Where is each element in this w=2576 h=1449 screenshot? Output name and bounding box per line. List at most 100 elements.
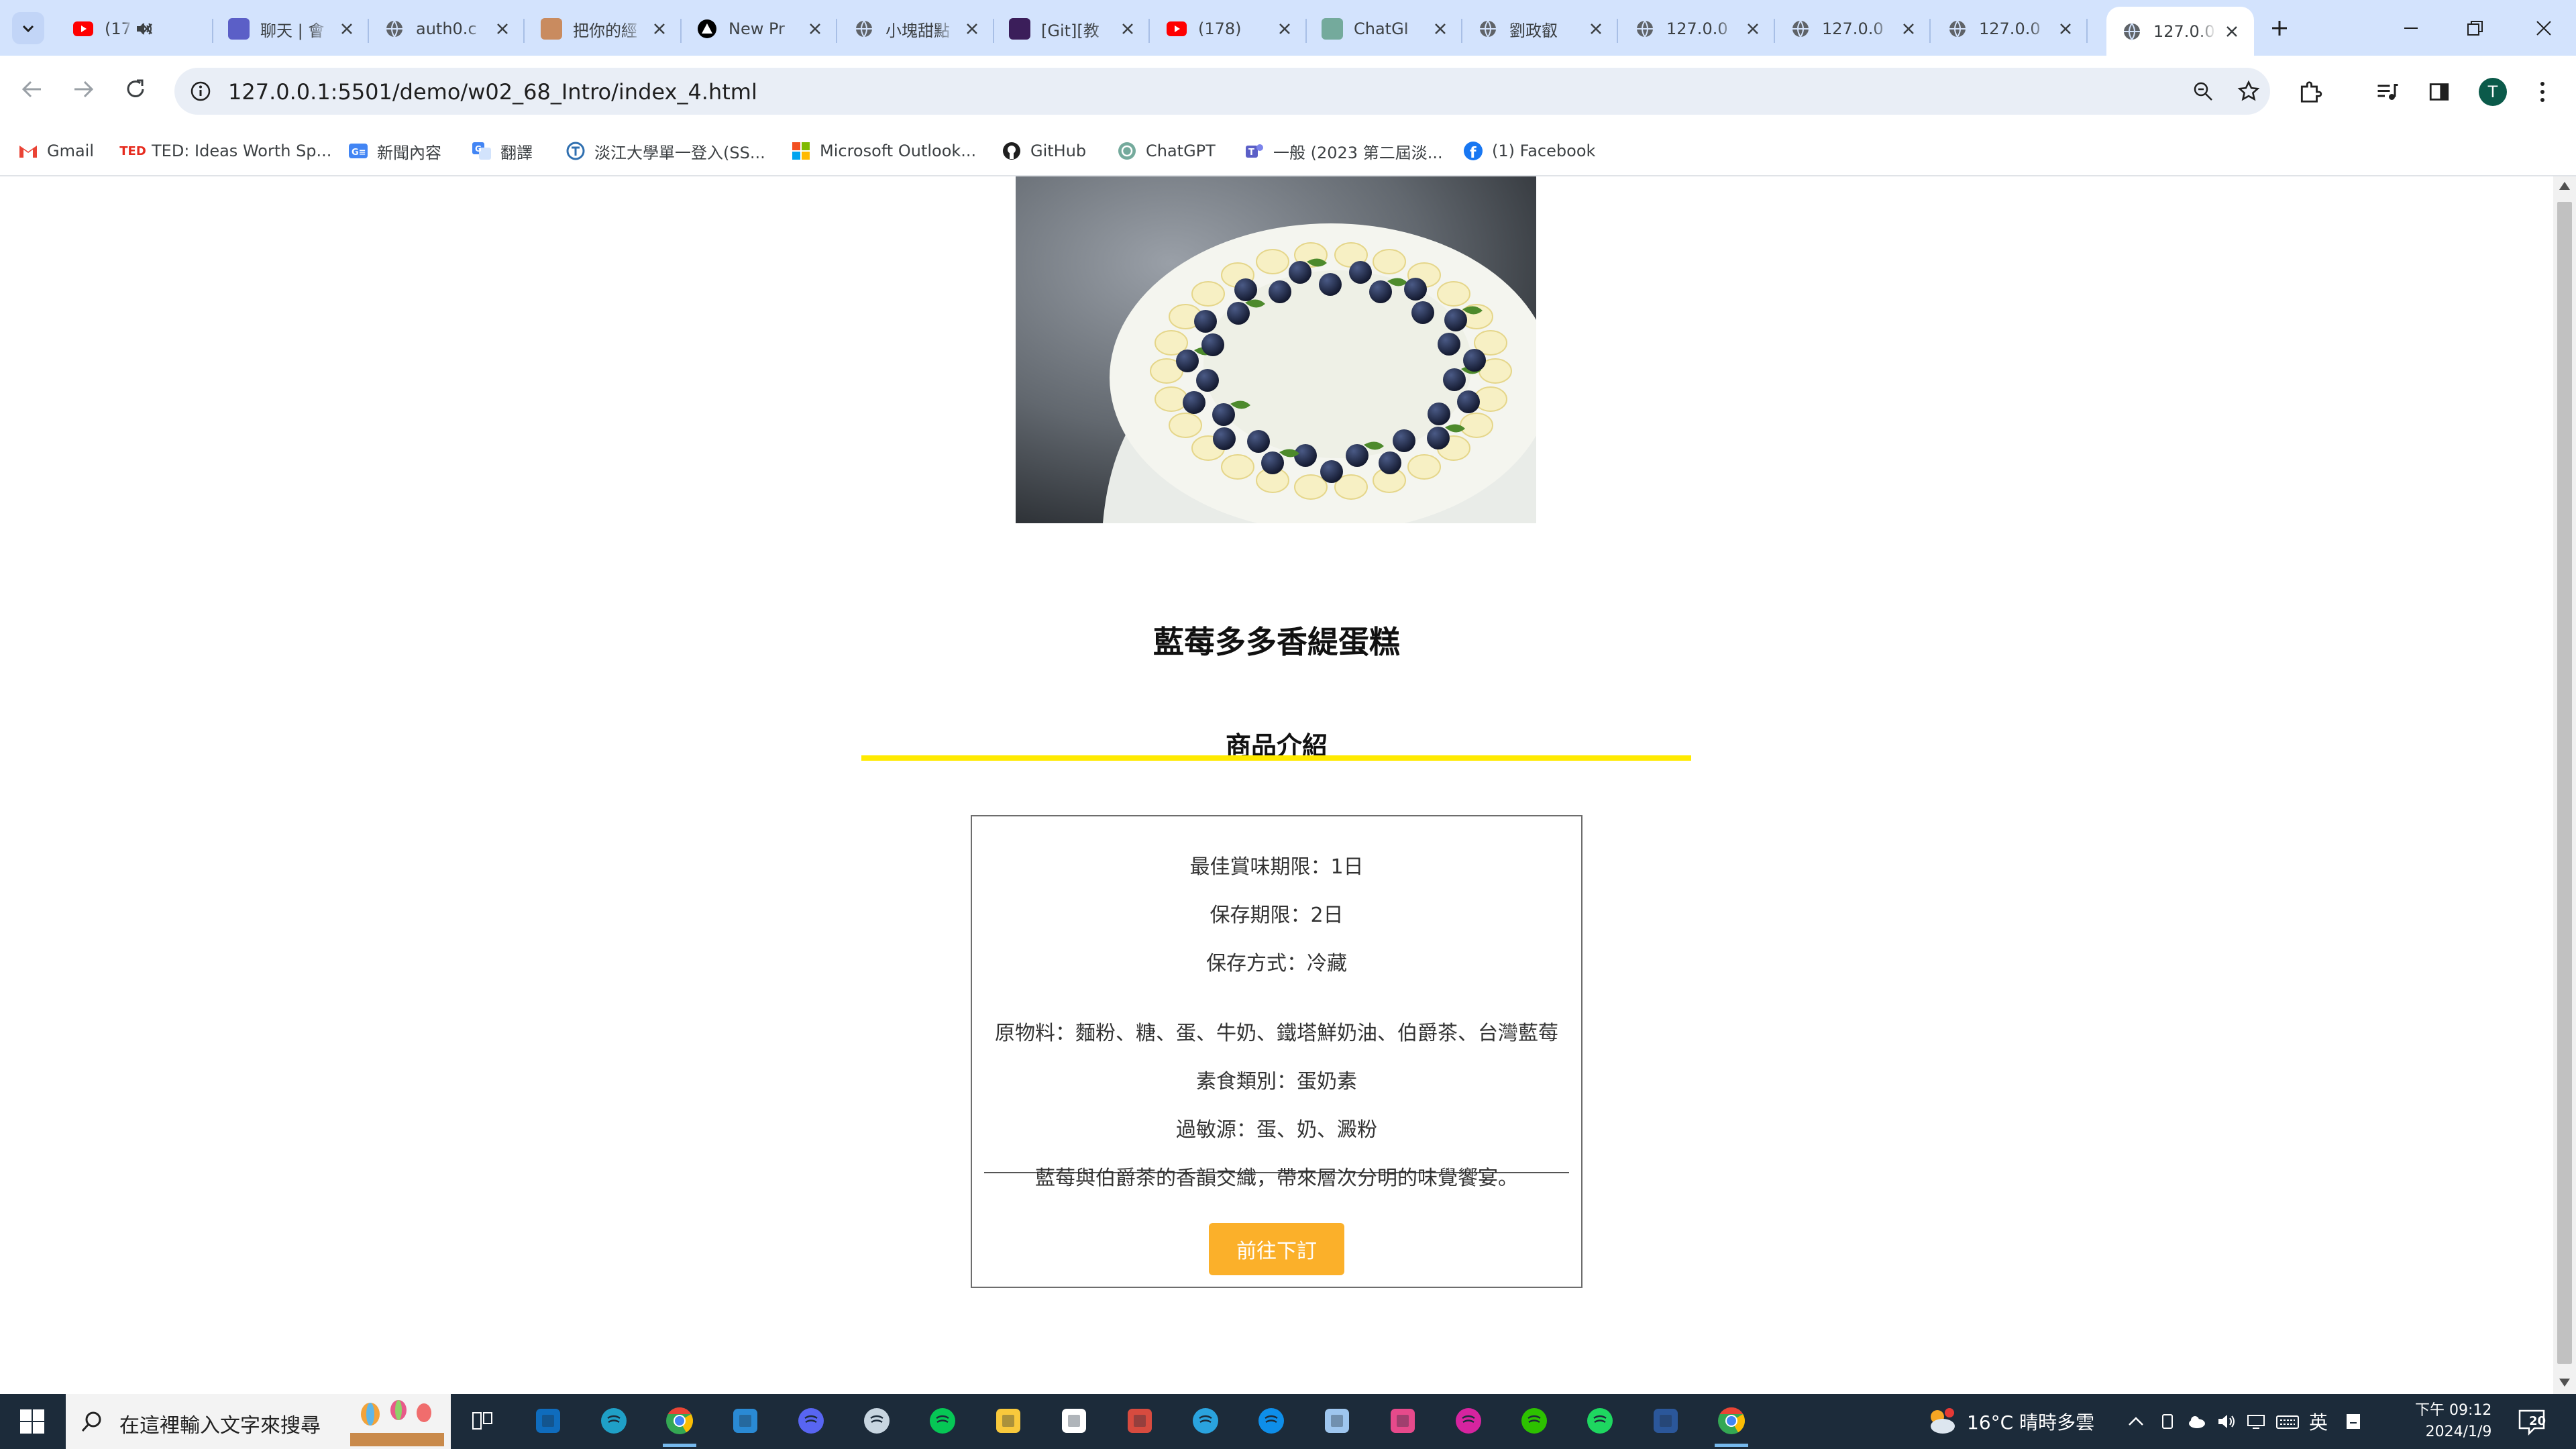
back-button[interactable] (12, 69, 52, 109)
volume-icon[interactable] (2216, 1412, 2237, 1431)
taskbar-app-word[interactable] (1644, 1400, 1688, 1444)
side-panel-button[interactable] (2423, 76, 2455, 108)
browser-tab[interactable]: 把你的經 (526, 7, 682, 51)
ime-indicator[interactable]: 英 (2309, 1408, 2328, 1435)
browser-tab[interactable]: 127.0.0 (1619, 7, 1775, 51)
menu-button[interactable] (2526, 76, 2559, 108)
taskbar-app-git-app[interactable] (1118, 1400, 1162, 1444)
bookmark-github[interactable]: GitHub (1001, 136, 1086, 166)
order-button[interactable]: 前往下訂 (1209, 1223, 1344, 1275)
restore-button[interactable] (2443, 0, 2508, 56)
tab-close-icon[interactable] (805, 19, 825, 39)
forward-button[interactable] (63, 69, 103, 109)
zoom-button[interactable] (2188, 76, 2218, 106)
browser-tab[interactable]: 127.0.0 (2106, 7, 2254, 56)
new-tab-button[interactable] (2265, 13, 2294, 43)
browser-tab[interactable]: (17 (58, 7, 213, 51)
browser-tab[interactable]: (178) (1151, 7, 1307, 51)
tab-close-icon[interactable] (2222, 21, 2242, 42)
taskbar-app-edge[interactable] (592, 1400, 636, 1444)
site-info-button[interactable] (184, 74, 217, 108)
notepad-icon (1322, 1406, 1352, 1438)
scroll-down-arrow-icon[interactable] (2559, 1379, 2570, 1387)
bookmark-chatgpt[interactable]: ChatGPT (1116, 136, 1216, 166)
taskbar-app-telegram[interactable] (1183, 1400, 1228, 1444)
device-icon[interactable] (2159, 1412, 2178, 1431)
cloud-sync-icon[interactable] (2187, 1412, 2207, 1431)
taskbar-app-file-explorer[interactable] (986, 1400, 1030, 1444)
tab-close-icon[interactable] (2055, 19, 2076, 39)
taskbar-app-discord[interactable] (789, 1400, 833, 1444)
bookmark-label: GitHub (1030, 142, 1087, 160)
browser-tab[interactable]: 劉政叡 (1462, 7, 1618, 51)
tab-close-icon[interactable] (962, 19, 982, 39)
tab-search-button[interactable] (12, 12, 44, 44)
browser-tab[interactable]: [Git][教 (994, 7, 1150, 51)
extensions-button[interactable] (2294, 76, 2326, 108)
url-text[interactable]: 127.0.0.1:5501/demo/w02_68_Intro/index_4… (228, 79, 757, 105)
taskbar-app-spotify[interactable] (1578, 1400, 1622, 1444)
tab-close-icon[interactable] (1898, 19, 1919, 39)
tab-title: 聊天 | 會 (260, 21, 325, 40)
page-scrollbar[interactable] (2553, 176, 2576, 1394)
tab-close-icon[interactable] (1275, 19, 1295, 39)
chevron-up-icon[interactable] (2127, 1412, 2145, 1431)
taskbar-app-steam[interactable] (855, 1400, 899, 1444)
start-button[interactable] (0, 1394, 64, 1449)
notification-center-button[interactable]: 20 (2517, 1394, 2546, 1449)
taskbar-app-chrome[interactable] (657, 1400, 702, 1447)
browser-tab[interactable]: 127.0.0 (1932, 7, 2088, 51)
browser-tab[interactable]: 聊天 | 會 (213, 7, 369, 51)
weather-widget[interactable]: 16°C 晴時多雲 (1924, 1394, 2094, 1449)
tab-close-icon[interactable] (337, 19, 357, 39)
close-window-button[interactable] (2512, 0, 2576, 56)
bookmark-translate[interactable]: G 翻譯 (471, 136, 533, 166)
bookmark-tku[interactable]: 淡江大學單一登入(SS... (565, 136, 765, 166)
tab-close-icon[interactable] (649, 19, 669, 39)
scrollbar-thumb[interactable] (2557, 202, 2572, 1364)
bookmark-ted[interactable]: TED TED: Ideas Worth Sp... (119, 136, 331, 166)
taskbar-search-box[interactable]: 在這裡輸入文字來搜尋 (66, 1394, 451, 1449)
taskbar-app-outlook[interactable] (526, 1400, 570, 1444)
address-bar[interactable]: 127.0.0.1:5501/demo/w02_68_Intro/index_4… (174, 68, 2270, 115)
bookmark-star-button[interactable] (2234, 76, 2263, 106)
tab-close-icon[interactable] (1430, 19, 1450, 39)
taskbar-app-task-view[interactable] (460, 1400, 504, 1444)
browser-tab[interactable]: auth0.c (369, 7, 525, 51)
media-control-button[interactable] (2371, 76, 2403, 108)
product-title: 藍莓多多香緹蛋糕 (1153, 624, 1400, 660)
taskbar-app-capcut[interactable] (1052, 1400, 1096, 1444)
taskbar-app-paint[interactable] (1381, 1400, 1425, 1444)
tab-close-icon[interactable] (1586, 19, 1606, 39)
bookmark-gmail[interactable]: Gmail (17, 136, 94, 166)
taskbar-app-vscode[interactable] (723, 1400, 767, 1444)
browser-tab[interactable]: 小塊甜點 (839, 7, 994, 51)
tab-close-icon[interactable] (1743, 19, 1763, 39)
taskbar-app-teamviewer[interactable] (1249, 1400, 1293, 1444)
taskbar-app-instagram[interactable] (1446, 1400, 1491, 1444)
bookmark-outlook[interactable]: Microsoft Outlook... (790, 136, 976, 166)
tab-close-icon[interactable] (1118, 19, 1138, 39)
keyboard-icon[interactable] (2275, 1412, 2300, 1431)
taskbar-app-notepad[interactable] (1315, 1400, 1359, 1444)
reload-button[interactable] (115, 69, 156, 109)
taskbar-app-wechat[interactable] (1512, 1400, 1556, 1444)
minimize-button[interactable] (2379, 0, 2443, 56)
vscode-icon (731, 1406, 760, 1438)
tab-close-icon[interactable] (492, 19, 513, 39)
bookmark-label: 新聞內容 (377, 143, 441, 162)
browser-tab[interactable]: New Pr (682, 7, 837, 51)
browser-tab[interactable]: 127.0.0 (1775, 7, 1931, 51)
clock[interactable]: 下午 09:12 2024/1/9 (2415, 1394, 2491, 1449)
scroll-up-arrow-icon[interactable] (2559, 182, 2570, 190)
bookmark-teams[interactable]: T 一般 (2023 第二屆淡... (1244, 136, 1443, 166)
note-icon[interactable] (2344, 1412, 2363, 1431)
taskbar-app-chrome[interactable] (1709, 1400, 1754, 1447)
bookmark-facebook[interactable]: f (1) Facebook (1462, 136, 1595, 166)
speaker-playing-icon[interactable] (136, 20, 156, 40)
profile-button[interactable]: T (2477, 76, 2509, 108)
taskbar-app-line[interactable] (920, 1400, 965, 1444)
browser-tab[interactable]: ChatGI (1307, 7, 1462, 51)
network-icon[interactable] (2246, 1412, 2266, 1431)
bookmark-news[interactable]: G≡ 新聞內容 (347, 136, 441, 166)
